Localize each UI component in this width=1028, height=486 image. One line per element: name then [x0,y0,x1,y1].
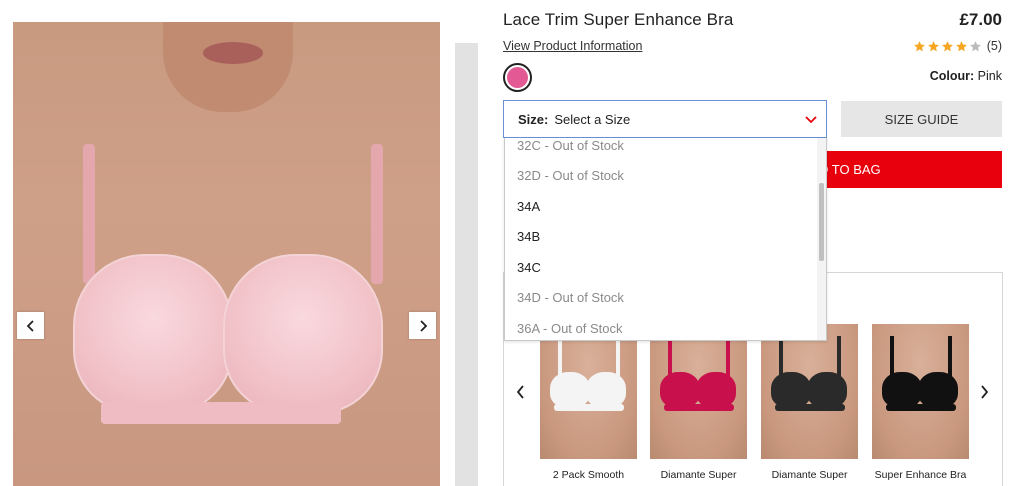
reco-prev-button[interactable] [514,383,528,401]
star-empty-icon [969,40,981,51]
recommendation-name: 2 Pack Smooth [552,469,625,481]
recommendation-image [650,324,747,459]
recommendation-image [872,324,969,459]
star-filled-icon [913,40,925,51]
recommendation-item[interactable]: Diamante Super [761,324,858,486]
model-neck [163,22,293,112]
size-option[interactable]: 34A [505,191,819,222]
image-prev-button[interactable] [17,312,44,339]
recommendation-item[interactable]: 2 Pack Smooth [540,324,637,486]
star-filled-icon [955,40,967,51]
main-product-image [13,22,440,486]
bra-strap-left [83,144,95,284]
size-select-value: Select a Size [554,111,631,127]
size-option[interactable]: 34C [505,252,819,283]
size-label: Size: [518,111,549,127]
model-lips [203,42,263,64]
bra-band [101,402,341,424]
add-to-bag-button[interactable]: D TO BAG [813,151,1002,188]
recommendation-item[interactable]: Super Enhance Bra [872,324,969,486]
dropdown-scroll-thumb[interactable] [819,183,824,261]
recommendation-image [761,324,858,459]
chevron-right-icon [981,385,989,399]
product-title: Lace Trim Super Enhance Bra [503,10,734,29]
star-filled-icon [941,40,953,51]
product-price: £7.00 [959,10,1002,29]
chevron-down-icon [805,116,817,124]
recommendation-name: Super Enhance Bra [874,469,967,481]
recommendation-item[interactable]: Diamante Super [650,324,747,486]
chevron-right-icon [419,319,427,332]
dropdown-scrollbar[interactable] [817,138,826,340]
size-select[interactable]: Size: Select a Size [503,100,827,138]
recommendation-name: Diamante Super [660,469,737,481]
size-option[interactable]: 34D - Out of Stock [505,283,819,314]
size-option[interactable]: 34B [505,222,819,253]
chevron-left-icon [26,319,34,332]
bra-cup-right [223,254,383,414]
chevron-left-icon [516,385,524,399]
size-options: 32C - Out of Stock 32D - Out of Stock 34A 3… [505,138,819,340]
view-product-info-link[interactable]: View Product Information [503,39,642,53]
colour-value: Pink [977,69,1002,83]
rating-count: (5) [986,39,1002,53]
bra-strap-right [371,144,383,284]
image-next-button[interactable] [409,312,436,339]
size-option[interactable]: 36A - Out of Stock [505,313,819,340]
reco-next-button[interactable] [977,383,991,401]
bra-cup-left [73,254,233,414]
thumbnail-strip[interactable] [455,43,478,486]
size-option[interactable]: 32D - Out of Stock [505,161,819,192]
rating-stars [913,40,982,53]
star-filled-icon [927,40,939,51]
recommendation-image [540,324,637,459]
size-option[interactable]: 32C - Out of Stock [505,138,819,161]
colour-label: Colour: [929,69,975,83]
product-rating[interactable]: (5) [913,39,1002,53]
colour-info: Colour: Pink [930,69,1002,83]
colour-swatch-fill [507,67,528,88]
size-guide-button[interactable]: SIZE GUIDE [841,101,1002,137]
recommendation-name: Diamante Super [771,469,848,481]
colour-swatch-pink[interactable] [503,63,532,92]
size-dropdown-list[interactable]: 32C - Out of Stock 32D - Out of Stock 34A 3… [504,138,827,341]
